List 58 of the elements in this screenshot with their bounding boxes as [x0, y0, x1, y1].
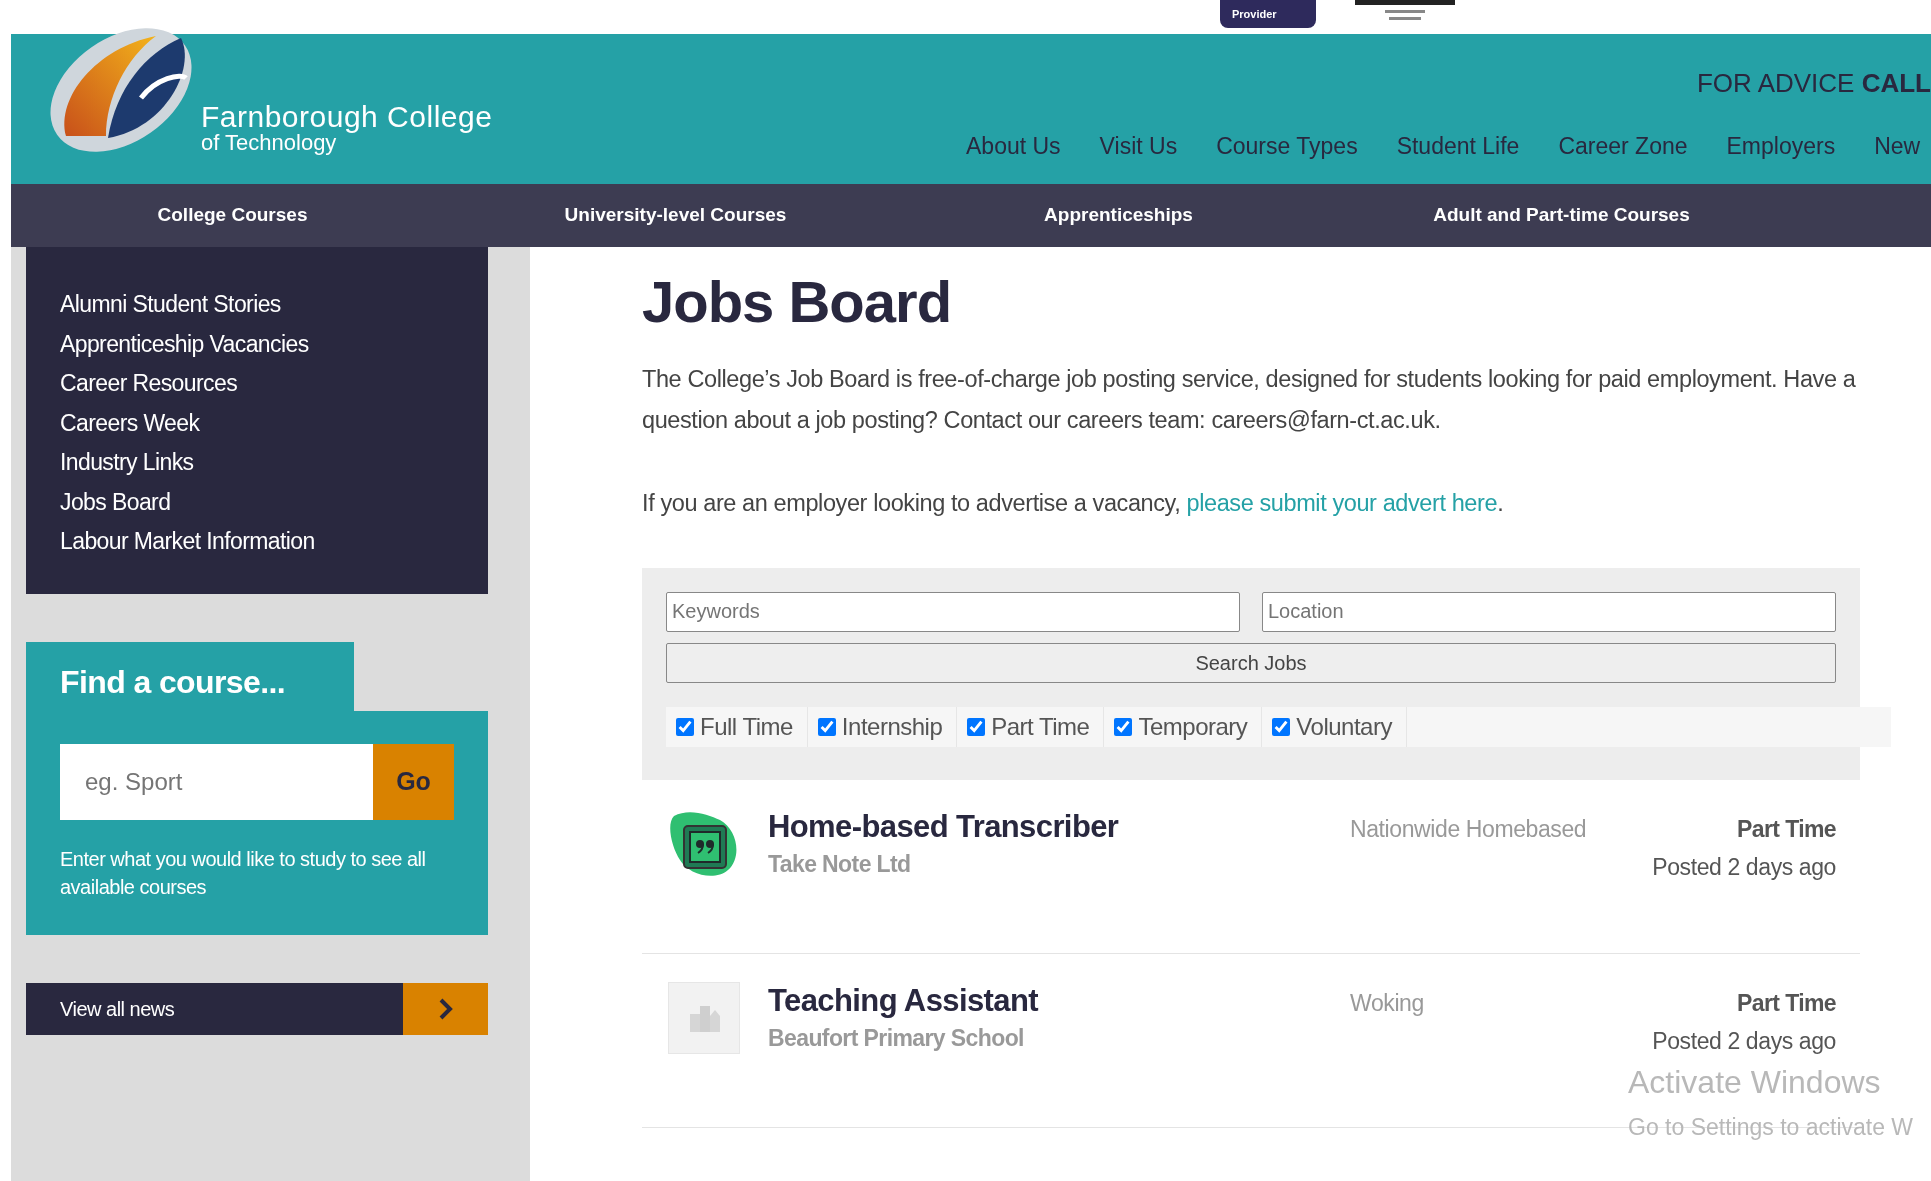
filter-label: Voluntary: [1296, 711, 1392, 742]
nav-link[interactable]: Career Zone: [1558, 129, 1688, 164]
checkbox[interactable]: [676, 717, 694, 736]
nav-link[interactable]: Visit Us: [1099, 129, 1178, 164]
posted-date: Posted 2 days ago: [1651, 853, 1836, 883]
chevron-right-icon: [437, 997, 454, 1020]
activation-text: Go to Settings to activate W: [1628, 1113, 1914, 1142]
nav-link[interactable]: New: [1874, 129, 1921, 164]
job-title[interactable]: Home-based Transcriber: [768, 807, 1350, 845]
view-news-button[interactable]: View all news: [26, 982, 403, 1035]
nav-link[interactable]: Course Types: [1216, 129, 1358, 164]
find-course-heading: Find a course...: [26, 641, 354, 711]
logo-subtitle: of Technology: [201, 132, 337, 154]
course-nav-link[interactable]: University-level Courses: [454, 201, 897, 230]
activation-title: Activate Windows: [1628, 1063, 1882, 1102]
job-location: Woking: [1350, 989, 1424, 1016]
filter-label: Temporary: [1138, 711, 1248, 742]
location-field[interactable]: Location: [1262, 591, 1836, 632]
nav-link[interactable]: Employers: [1726, 129, 1836, 164]
nav-link[interactable]: About Us: [966, 129, 1061, 164]
employer-paragraph: If you are an employer looking to advertise a vacancy, please submit your advert here.: [642, 488, 1505, 518]
checkbox[interactable]: [1114, 717, 1133, 736]
filter-label: Full Time: [700, 711, 793, 742]
logo-title: Farnborough College: [201, 102, 493, 132]
posted-date: Posted 2 days ago: [1651, 1027, 1836, 1057]
provider-badge: Provider: [1220, 0, 1316, 28]
go-button[interactable]: Go: [373, 743, 454, 820]
sidebar-link[interactable]: Industry Links: [60, 443, 488, 483]
sidebar-link[interactable]: Apprenticeship Vacancies: [60, 324, 488, 364]
page-title: Jobs Board: [642, 268, 953, 336]
search-button[interactable]: Search Jobs: [666, 642, 1836, 683]
filter-label: Internship: [841, 711, 943, 742]
hint-text: Enter what you would like to study to see all available courses: [60, 846, 427, 900]
checkbox[interactable]: [817, 717, 836, 736]
company-name: Take Note Ltd: [768, 849, 912, 879]
checkbox[interactable]: [967, 717, 986, 736]
course-search-field[interactable]: eg. Sport: [60, 743, 373, 820]
job-title[interactable]: Teaching Assistant: [768, 981, 1350, 1019]
intro-paragraph: The College’s Job Board is free-of-charge job posting service, designed for students looking for paid employment. Have a question about a job posting? Contact our careers team: careers@farn-ct.ac.uk.: [642, 364, 1857, 435]
job-type: Part Time: [1736, 988, 1836, 1018]
sidebar-link[interactable]: Jobs Board: [60, 482, 488, 522]
course-nav-link[interactable]: College Courses: [11, 201, 454, 230]
company-name: Beaufort Primary School: [768, 1023, 1025, 1053]
nav-link[interactable]: Student Life: [1396, 129, 1520, 164]
advice-text: FOR ADVICE CALL: [1696, 67, 1931, 100]
sidebar-link[interactable]: Careers Week: [60, 403, 488, 443]
building-icon: [668, 981, 740, 1054]
job-location: Nationwide Homebased: [1350, 815, 1587, 842]
sidebar-link[interactable]: Career Resources: [60, 364, 488, 404]
filter-label: Part Time: [991, 711, 1090, 742]
sidebar-link[interactable]: Labour Market Information: [60, 522, 488, 562]
keywords-field[interactable]: Keywords: [666, 591, 1240, 632]
sidebar-link[interactable]: Alumni Student Stories: [60, 285, 488, 325]
course-nav-link[interactable]: Adult and Part-time Courses: [1340, 201, 1783, 230]
course-nav-link[interactable]: Apprenticeships: [897, 201, 1340, 230]
job-type: Part Time: [1736, 814, 1836, 844]
arrow-button[interactable]: [403, 982, 488, 1035]
checkbox[interactable]: [1272, 717, 1291, 736]
